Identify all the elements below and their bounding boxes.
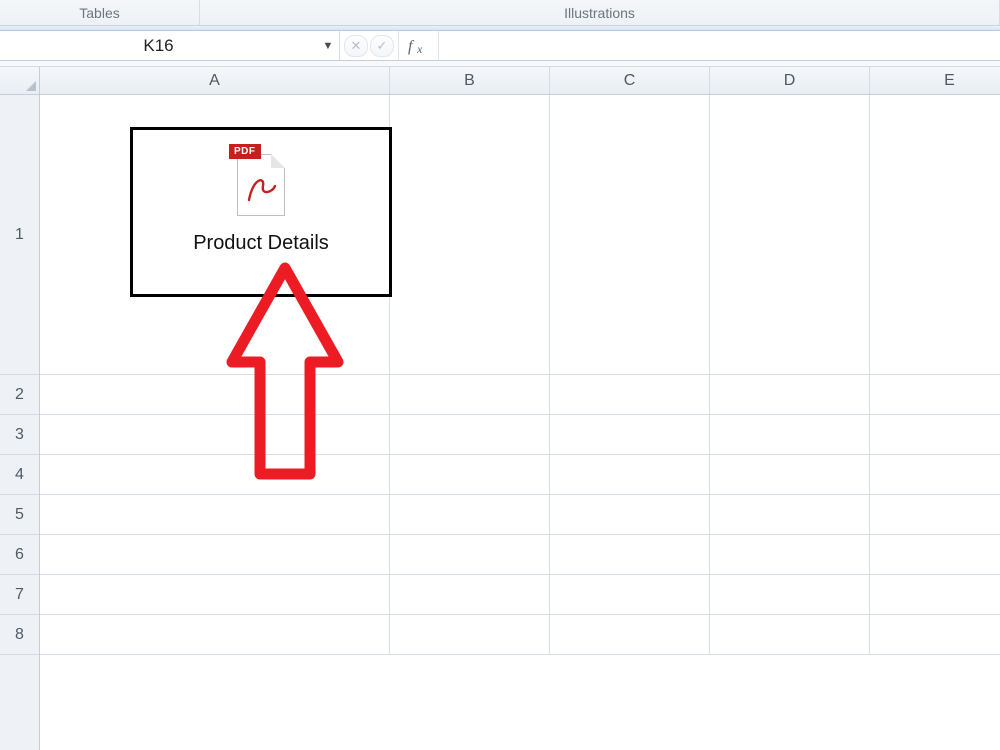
spreadsheet-grid: 1 2 3 4 5 6 7 8 A B C D E xyxy=(0,67,1000,750)
cell-B6[interactable] xyxy=(390,535,550,575)
row-header-8-label: 8 xyxy=(15,626,24,644)
namebox-container: ▼ xyxy=(0,31,340,60)
cell-C4[interactable] xyxy=(550,455,710,495)
row-header-1-label: 1 xyxy=(15,226,24,244)
row-header-1[interactable]: 1 xyxy=(0,95,39,375)
col-header-B[interactable]: B xyxy=(390,67,550,94)
row-header-8[interactable]: 8 xyxy=(0,615,39,655)
svg-text:f: f xyxy=(408,38,415,55)
namebox-dropdown[interactable]: ▼ xyxy=(317,40,339,52)
cell-C5[interactable] xyxy=(550,495,710,535)
row-header-3-label: 3 xyxy=(15,426,24,444)
cell-A3[interactable] xyxy=(40,415,390,455)
row-header-3[interactable]: 3 xyxy=(0,415,39,455)
cell-E5[interactable] xyxy=(870,495,1000,535)
cell-E2[interactable] xyxy=(870,375,1000,415)
cell-E1[interactable] xyxy=(870,95,1000,375)
cell-E3[interactable] xyxy=(870,415,1000,455)
insert-function-button[interactable]: f x xyxy=(399,31,439,60)
row-header-4[interactable]: 4 xyxy=(0,455,39,495)
row-header-7[interactable]: 7 xyxy=(0,575,39,615)
col-header-E[interactable]: E xyxy=(870,67,1000,94)
cell-D8[interactable] xyxy=(710,615,870,655)
svg-text:x: x xyxy=(416,42,423,56)
row-header-4-label: 4 xyxy=(15,466,24,484)
cell-D1[interactable] xyxy=(710,95,870,375)
adobe-swirl-icon xyxy=(243,170,279,206)
check-icon: ✓ xyxy=(377,38,388,54)
col-header-B-label: B xyxy=(464,72,475,90)
chevron-down-icon: ▼ xyxy=(323,40,334,52)
col-header-A[interactable]: A xyxy=(40,67,390,94)
cell-B8[interactable] xyxy=(390,615,550,655)
cell-D2[interactable] xyxy=(710,375,870,415)
ribbon-group-illustrations[interactable]: Illustrations xyxy=(200,0,1000,25)
embedded-pdf-object[interactable]: PDF Product Details xyxy=(130,127,392,297)
cell-A5[interactable] xyxy=(40,495,390,535)
col-header-E-label: E xyxy=(944,72,955,90)
cell-A4[interactable] xyxy=(40,455,390,495)
fx-icon: f x xyxy=(406,36,432,56)
cell-E7[interactable] xyxy=(870,575,1000,615)
row-header-6[interactable]: 6 xyxy=(0,535,39,575)
cell-C7[interactable] xyxy=(550,575,710,615)
cell-B3[interactable] xyxy=(390,415,550,455)
cell-D6[interactable] xyxy=(710,535,870,575)
name-box[interactable] xyxy=(6,35,311,57)
x-icon: ✕ xyxy=(351,38,362,54)
column-headers: A B C D E xyxy=(40,67,1000,95)
ribbon-group-illustrations-label: Illustrations xyxy=(564,5,635,21)
cell-E8[interactable] xyxy=(870,615,1000,655)
cell-B1[interactable] xyxy=(390,95,550,375)
cell-C8[interactable] xyxy=(550,615,710,655)
embedded-object-label: Product Details xyxy=(193,232,329,255)
select-all-button[interactable] xyxy=(0,67,40,95)
row-header-2[interactable]: 2 xyxy=(0,375,39,415)
pdf-badge: PDF xyxy=(229,144,261,159)
ribbon-group-labels: Tables Illustrations xyxy=(0,0,1000,26)
col-header-D-label: D xyxy=(784,72,796,90)
col-header-C[interactable]: C xyxy=(550,67,710,94)
cell-E4[interactable] xyxy=(870,455,1000,495)
cell-D4[interactable] xyxy=(710,455,870,495)
row-header-5-label: 5 xyxy=(15,506,24,524)
cell-B7[interactable] xyxy=(390,575,550,615)
cell-B2[interactable] xyxy=(390,375,550,415)
col-header-A-label: A xyxy=(209,72,220,90)
cell-A7[interactable] xyxy=(40,575,390,615)
ribbon-group-tables[interactable]: Tables xyxy=(0,0,200,25)
cell-C1[interactable] xyxy=(550,95,710,375)
col-header-D[interactable]: D xyxy=(710,67,870,94)
formula-bar-row: ▼ ✕ ✓ f x xyxy=(0,31,1000,61)
row-headers: 1 2 3 4 5 6 7 8 xyxy=(0,67,40,750)
cancel-formula-button[interactable]: ✕ xyxy=(344,35,368,57)
ribbon-group-tables-label: Tables xyxy=(79,5,119,21)
cells-area: A B C D E xyxy=(40,67,1000,750)
cell-B5[interactable] xyxy=(390,495,550,535)
row-header-2-label: 2 xyxy=(15,386,24,404)
cell-D3[interactable] xyxy=(710,415,870,455)
cell-A2[interactable] xyxy=(40,375,390,415)
cell-B4[interactable] xyxy=(390,455,550,495)
pdf-file-icon: PDF xyxy=(229,144,293,222)
cell-C6[interactable] xyxy=(550,535,710,575)
cell-C3[interactable] xyxy=(550,415,710,455)
cell-C2[interactable] xyxy=(550,375,710,415)
cell-E6[interactable] xyxy=(870,535,1000,575)
col-header-C-label: C xyxy=(624,72,636,90)
formula-bar-buttons: ✕ ✓ xyxy=(340,31,399,60)
row-header-7-label: 7 xyxy=(15,586,24,604)
cell-A8[interactable] xyxy=(40,615,390,655)
cell-A6[interactable] xyxy=(40,535,390,575)
cell-D7[interactable] xyxy=(710,575,870,615)
enter-formula-button[interactable]: ✓ xyxy=(370,35,394,57)
formula-input[interactable] xyxy=(439,31,1000,60)
row-header-5[interactable]: 5 xyxy=(0,495,39,535)
cell-D5[interactable] xyxy=(710,495,870,535)
row-header-6-label: 6 xyxy=(15,546,24,564)
